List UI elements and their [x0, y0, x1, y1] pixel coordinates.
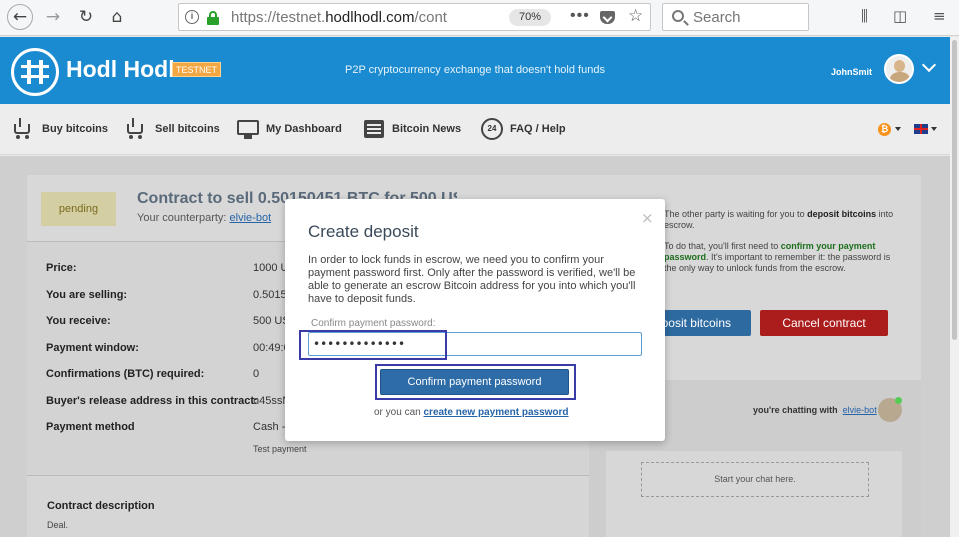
payment-method-label: Payment method: [46, 421, 135, 433]
chat-header: you're chatting with elvie-bot: [753, 405, 877, 415]
password-field-label: Confirm payment password:: [311, 318, 436, 329]
instructions: The other party is waiting for you to de…: [664, 209, 894, 274]
instruction-2: To do that, you'll first need to confirm…: [664, 241, 891, 273]
release-address-value: n45ssN: [253, 395, 289, 407]
newspaper-icon: [362, 118, 386, 140]
instruction-1: The other party is waiting for you to de…: [664, 209, 894, 230]
payment-method-sub: Test payment: [253, 444, 307, 454]
back-icon[interactable]: ←: [7, 4, 33, 30]
chevron-down-icon[interactable]: [895, 127, 901, 131]
cart-icon: [125, 118, 149, 140]
nav-buy-bitcoins[interactable]: Buy bitcoins: [12, 118, 108, 140]
payment-window-value: 00:49:00: [253, 342, 289, 354]
info-icon[interactable]: i: [185, 10, 199, 24]
status-badge: pending: [41, 192, 116, 226]
counterparty: Your counterparty: elvie-bot: [137, 212, 272, 224]
payment-window-label: Payment window:: [46, 342, 139, 354]
sidebar-icon[interactable]: ◫: [893, 7, 907, 25]
tagline: P2P cryptocurrency exchange that doesn't…: [345, 64, 605, 76]
nav-my-dashboard[interactable]: My Dashboard: [236, 118, 342, 140]
payment-method-value: Cash -: [253, 421, 286, 433]
search-icon: [672, 10, 684, 22]
chevron-down-icon[interactable]: [931, 127, 937, 131]
cancel-contract-button[interactable]: Cancel contract: [760, 310, 888, 336]
create-new-password-link[interactable]: create new payment password: [423, 407, 568, 418]
monitor-icon: [236, 118, 260, 140]
reload-icon[interactable]: ↻: [74, 6, 98, 28]
confirmations-label: Confirmations (BTC) required:: [46, 368, 205, 380]
cart-icon: [12, 118, 36, 140]
browser-toolbar: ← → ↻ ⌂ i https://testnet.hodlhodl.com/c…: [0, 0, 959, 36]
main-nav: Buy bitcoins Sell bitcoins My Dashboard …: [0, 104, 950, 155]
currency-selector[interactable]: ₿: [878, 123, 891, 136]
forward-icon[interactable]: →: [41, 6, 65, 28]
receive-label: You receive:: [46, 315, 111, 327]
lock-icon: [207, 11, 219, 25]
deposit-bitcoins-button[interactable]: Deposit bitcoins: [664, 310, 751, 336]
modal-body: In order to lock funds in escrow, we nee…: [308, 254, 636, 305]
zoom-level[interactable]: 70%: [509, 9, 551, 26]
price-label: Price:: [46, 262, 77, 274]
chevron-down-icon[interactable]: [921, 57, 937, 73]
online-indicator-icon: [895, 397, 902, 404]
contract-description-title: Contract description: [47, 500, 155, 512]
home-icon[interactable]: ⌂: [105, 6, 129, 28]
site-header: Hodl Hodl TESTNET P2P cryptocurrency exc…: [0, 37, 950, 104]
browser-search[interactable]: [662, 3, 809, 31]
create-password-hint: or you can create new payment password: [374, 407, 569, 418]
username[interactable]: JohnSmit: [831, 67, 872, 77]
url-text[interactable]: https://testnet.hodlhodl.com/cont: [231, 9, 471, 26]
chat-input[interactable]: Start your chat here.: [641, 462, 869, 497]
logo-text[interactable]: Hodl Hodl: [66, 56, 175, 83]
chat-partner-link[interactable]: elvie-bot: [843, 405, 877, 415]
modal-title: Create deposit: [308, 222, 419, 241]
price-value: 1000 USD: [253, 262, 285, 274]
menu-icon[interactable]: ≡: [933, 7, 946, 25]
url-bar[interactable]: i https://testnet.hodlhodl.com/cont 70% …: [178, 3, 651, 31]
library-icon[interactable]: ⫼: [861, 7, 868, 25]
release-address-label: Buyer's release address in this contract…: [46, 395, 258, 407]
uk-flag-icon[interactable]: [914, 124, 928, 134]
search-input[interactable]: [693, 8, 803, 26]
nav-bitcoin-news[interactable]: Bitcoin News: [362, 118, 461, 140]
confirmations-value: 0: [253, 368, 260, 380]
testnet-badge: TESTNET: [172, 62, 222, 77]
close-icon[interactable]: ×: [641, 209, 654, 227]
nav-sell-bitcoins[interactable]: Sell bitcoins: [125, 118, 220, 140]
scrollbar-thumb[interactable]: [952, 40, 957, 340]
password-highlight-box: [299, 330, 447, 360]
pocket-icon[interactable]: [600, 11, 615, 24]
receive-value: 500 USD: [253, 315, 289, 327]
avatar[interactable]: [884, 54, 914, 84]
nav-faq-help[interactable]: 24 FAQ / Help: [480, 118, 566, 140]
selling-value: 0.50150451: [253, 289, 289, 301]
selling-label: You are selling:: [46, 289, 128, 301]
logo-icon[interactable]: [11, 48, 59, 96]
page-actions-icon[interactable]: •••: [570, 7, 590, 25]
bookmark-star-icon[interactable]: ☆: [628, 6, 643, 26]
counterparty-link[interactable]: elvie-bot: [230, 212, 272, 224]
phone-24-icon: 24: [480, 118, 504, 140]
button-highlight-box: [375, 364, 576, 400]
contract-description-text: Deal.: [47, 520, 69, 530]
